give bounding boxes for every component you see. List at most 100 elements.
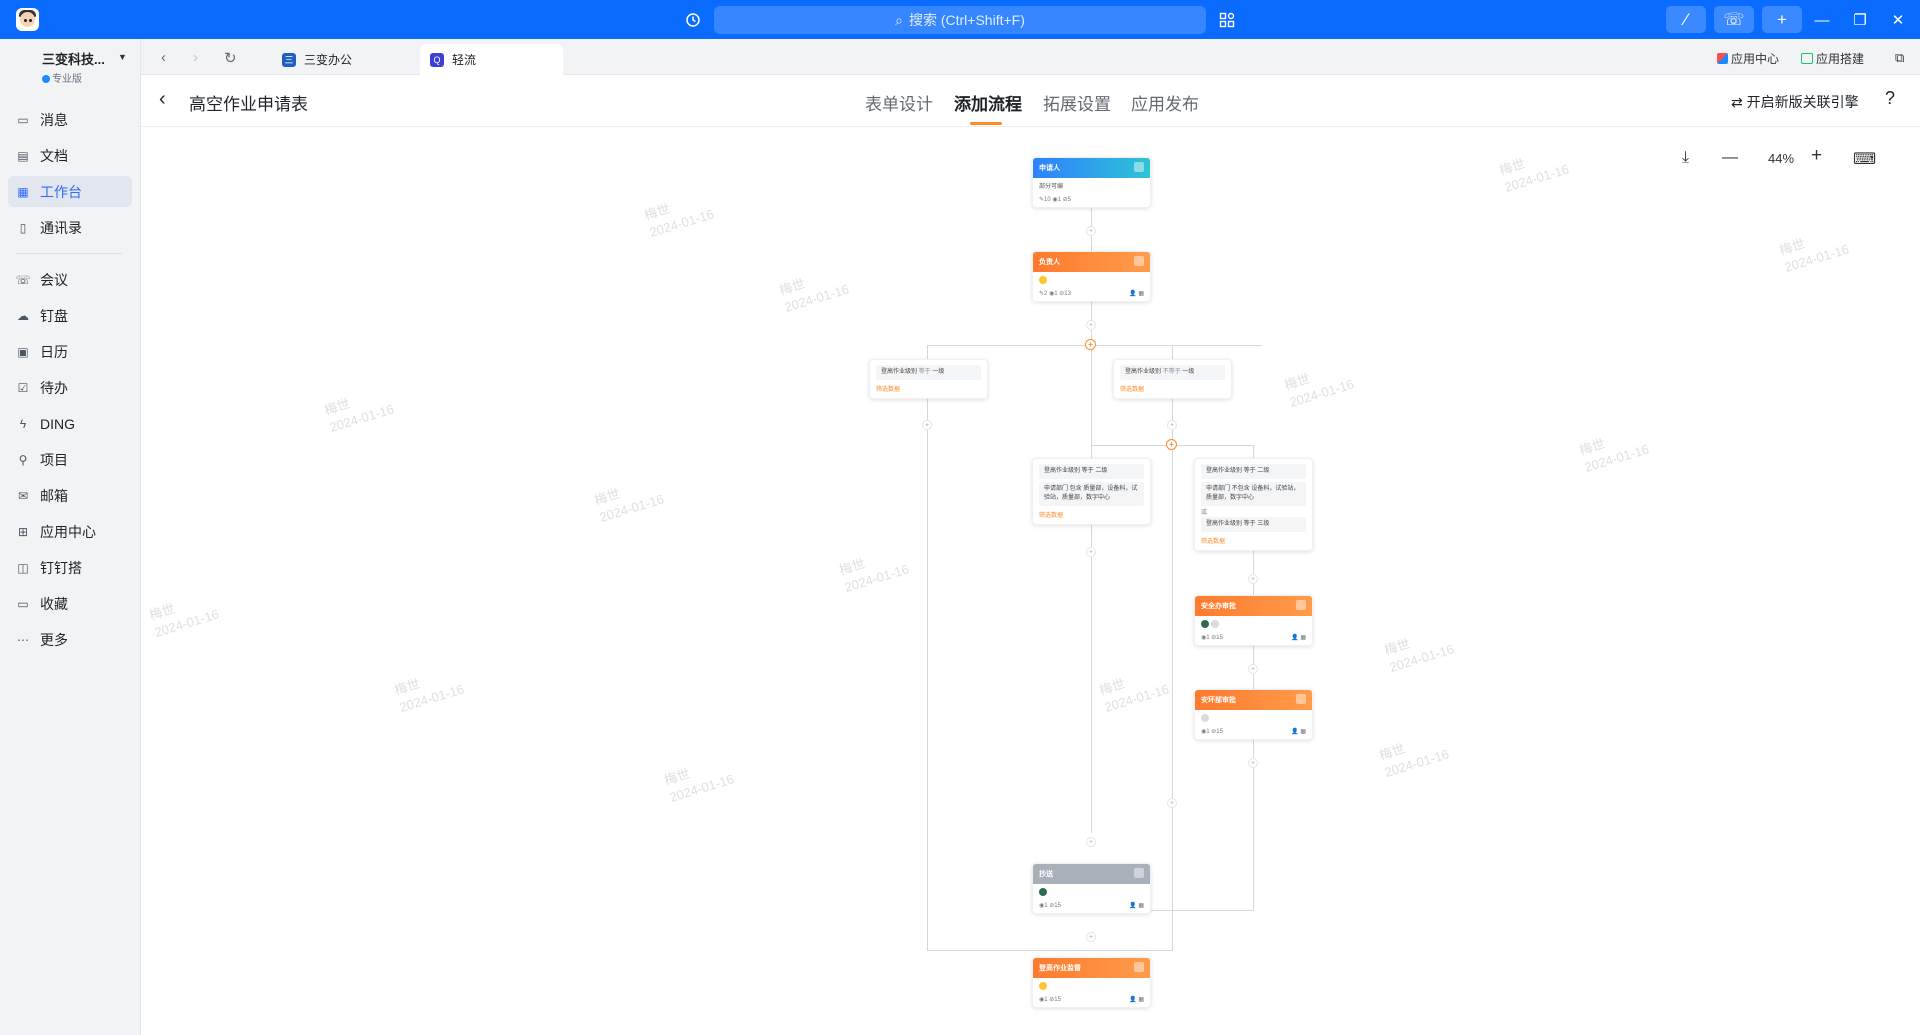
sidebar-item-favorites[interactable]: ▭ 收藏 xyxy=(8,588,132,619)
back-button[interactable]: ‹ xyxy=(159,88,166,111)
grid-apps-icon: ▦ xyxy=(17,184,29,199)
mail-icon: ✉ xyxy=(17,488,29,503)
add-node-button[interactable]: + xyxy=(1248,758,1258,768)
sidebar-item-messages[interactable]: ▭ 消息 xyxy=(8,104,132,135)
add-branch-button[interactable]: + xyxy=(1166,439,1177,450)
page-title: 高空作业申请表 xyxy=(189,95,308,114)
zoom-in-button[interactable]: + xyxy=(1811,145,1822,167)
add-node-button[interactable]: + xyxy=(922,420,932,430)
project-icon: ⚲ xyxy=(18,452,28,467)
download-icon[interactable]: ⤓ xyxy=(1682,149,1689,167)
sidebar-item-project[interactable]: ⚲ 项目 xyxy=(8,444,132,475)
active-tab-indicator xyxy=(970,122,1002,125)
avatar-placeholder xyxy=(1039,276,1047,285)
add-node-button[interactable]: + xyxy=(1086,320,1096,330)
tab-qingflow[interactable]: Q 轻流 xyxy=(420,44,563,75)
add-branch-button[interactable]: + xyxy=(1085,339,1096,350)
left-branch-line xyxy=(927,345,928,950)
phone-meeting-icon: ☏ xyxy=(15,272,31,287)
ai-wand-button[interactable]: ⁄ xyxy=(1666,6,1706,33)
watermark: 梅世 2024-01-16 xyxy=(1097,675,1171,716)
sidebar-item-workbench[interactable]: ▦ 工作台 xyxy=(8,176,132,207)
page-header: ‹ 高空作业申请表 表单设计 添加流程 拓展设置 应用发布 ⇄ 开启新版关联引擎… xyxy=(141,75,1920,127)
code-build-icon xyxy=(1801,53,1813,64)
node-height-supervision[interactable]: 登高作业监督 ◉1 ⊘15 👤 ▦ xyxy=(1032,957,1151,1008)
sidebar-item-ding[interactable]: ϟ DING xyxy=(8,408,132,439)
avatar xyxy=(1201,714,1209,723)
add-node-button[interactable]: + xyxy=(1086,932,1096,942)
org-name[interactable]: 三变科技... xyxy=(42,49,105,68)
condition-sub-b[interactable]: 登高作业级别 等于 二级 申请部门 不包含 设备科，试验站，质量部，数字中心 或… xyxy=(1194,458,1313,551)
sidebar-item-contacts[interactable]: ▯ 通讯录 xyxy=(8,212,132,243)
close-button[interactable]: ✕ xyxy=(1887,9,1909,31)
favorites-icon: ▭ xyxy=(17,596,29,611)
swap-icon: ⇄ xyxy=(1731,94,1747,110)
flow-canvas[interactable]: 梅世 2024-01-16 梅世 2024-01-16 梅世 2024-01-16 梅世 20… xyxy=(141,127,1920,1035)
engine-toggle-link[interactable]: ⇄ 开启新版关联引擎 xyxy=(1731,92,1859,112)
sidebar-divider xyxy=(16,253,122,254)
sidebar-item-docs[interactable]: ▤ 文档 xyxy=(8,140,132,171)
add-node-button[interactable]: + xyxy=(1086,226,1096,236)
keyboard-shortcuts-icon[interactable]: ⌨ xyxy=(1853,149,1876,169)
document-icon: ▤ xyxy=(17,148,29,163)
builder-icon: ◫ xyxy=(17,560,29,575)
back-arrow-icon[interactable]: ‹ xyxy=(161,49,166,66)
help-icon[interactable]: ? xyxy=(1885,88,1895,109)
app-center-link[interactable]: 应用中心 xyxy=(1717,50,1779,67)
call-button[interactable]: ☏ xyxy=(1714,6,1754,33)
tab-app-publish[interactable]: 应用发布 xyxy=(1131,90,1199,115)
condition-sub-a[interactable]: 登高作业级别 等于 二级 申请部门 包含 质量部，设备科，试验站，质量部，数字中… xyxy=(1032,458,1151,525)
watermark: 梅世 2024-01-16 xyxy=(1382,635,1456,676)
node-leader[interactable]: 负责人 ✎2 ◉1 ⊘13 👤 ▦ xyxy=(1032,251,1151,302)
sidebar-item-meeting[interactable]: ☏ 会议 xyxy=(8,264,132,295)
history-icon[interactable] xyxy=(682,9,704,31)
restore-button[interactable]: ❐ xyxy=(1849,9,1871,31)
watermark: 梅世 2024-01-16 xyxy=(1282,370,1356,411)
sidebar-item-mail[interactable]: ✉ 邮箱 xyxy=(8,480,132,511)
refresh-icon[interactable]: ↻ xyxy=(224,49,237,67)
avatar-placeholder xyxy=(1039,982,1047,991)
tab-add-flow[interactable]: 添加流程 xyxy=(954,90,1022,115)
caret-down-icon[interactable]: ▼ xyxy=(118,52,127,62)
title-bar: ⌕ 搜索 (Ctrl+Shift+F) ⁄ ☏ + — ❐ ✕ xyxy=(0,0,1920,39)
condition-right[interactable]: 登高作业级别 不等于 一级 筛选数据 xyxy=(1113,359,1232,399)
add-node-button[interactable]: + xyxy=(1086,547,1096,557)
minimize-button[interactable]: — xyxy=(1811,9,1833,31)
add-node-button[interactable]: + xyxy=(1167,420,1177,430)
add-node-button[interactable]: + xyxy=(1248,574,1258,584)
node-applicant[interactable]: 申请人 部分可编 ✎10 ◉1 ⊘5 xyxy=(1032,157,1151,208)
zoom-out-button[interactable]: — xyxy=(1722,149,1738,167)
node-cc[interactable]: 抄送 ◉1 ⊘15 👤 ▦ xyxy=(1032,863,1151,914)
sidebar-item-calendar[interactable]: ▣ 日历 xyxy=(8,336,132,367)
condition-left[interactable]: 登高作业级别 等于 一级 筛选数据 xyxy=(869,359,988,399)
global-search-input[interactable]: ⌕ 搜索 (Ctrl+Shift+F) xyxy=(714,6,1206,34)
sidebar-item-more[interactable]: ⋯ 更多 xyxy=(8,624,132,655)
browser-tab-strip: ‹ › ↻ 三 三变办公 Q 轻流 应用中心 应用搭建 ⧉ xyxy=(141,39,1920,75)
user-avatar[interactable] xyxy=(16,8,39,31)
avatar xyxy=(1211,620,1219,629)
add-node-button[interactable]: + xyxy=(1167,798,1177,808)
sidebar-item-app-center[interactable]: ⊞ 应用中心 xyxy=(8,516,132,547)
app-build-link[interactable]: 应用搭建 xyxy=(1801,50,1864,67)
watermark: 梅世 2024-01-16 xyxy=(662,765,736,806)
watermark: 梅世 2024-01-16 xyxy=(592,485,666,526)
add-node-button[interactable]: + xyxy=(1248,664,1258,674)
chat-bubble-icon: ▭ xyxy=(17,112,29,127)
open-new-window-icon[interactable]: ⧉ xyxy=(1895,50,1904,66)
add-node-button[interactable]: + xyxy=(1086,837,1096,847)
user-icon xyxy=(1296,600,1306,610)
sidebar-item-todo[interactable]: ☑ 待办 xyxy=(8,372,132,403)
tab-extend-settings[interactable]: 拓展设置 xyxy=(1043,90,1111,115)
tab-sanbian-office[interactable]: 三 三变办公 xyxy=(272,44,422,75)
sidebar-item-builder[interactable]: ◫ 钉钉搭 xyxy=(8,552,132,583)
scan-apps-icon[interactable] xyxy=(1216,9,1238,31)
tab-form-design[interactable]: 表单设计 xyxy=(865,90,933,115)
form-icon xyxy=(1134,162,1144,172)
add-button[interactable]: + xyxy=(1762,6,1802,33)
sidebar-item-drive[interactable]: ☁ 钉盘 xyxy=(8,300,132,331)
node-env-approval[interactable]: 安环部审批 ◉1 ⊘15 👤 ▦ xyxy=(1194,689,1313,740)
avatar xyxy=(1039,888,1047,897)
forward-arrow-icon[interactable]: › xyxy=(193,49,198,66)
node-safety-approval[interactable]: 安全办审批 ◉1 ⊘15 👤 ▦ xyxy=(1194,595,1313,646)
watermark: 梅世 2024-01-16 xyxy=(392,675,466,716)
